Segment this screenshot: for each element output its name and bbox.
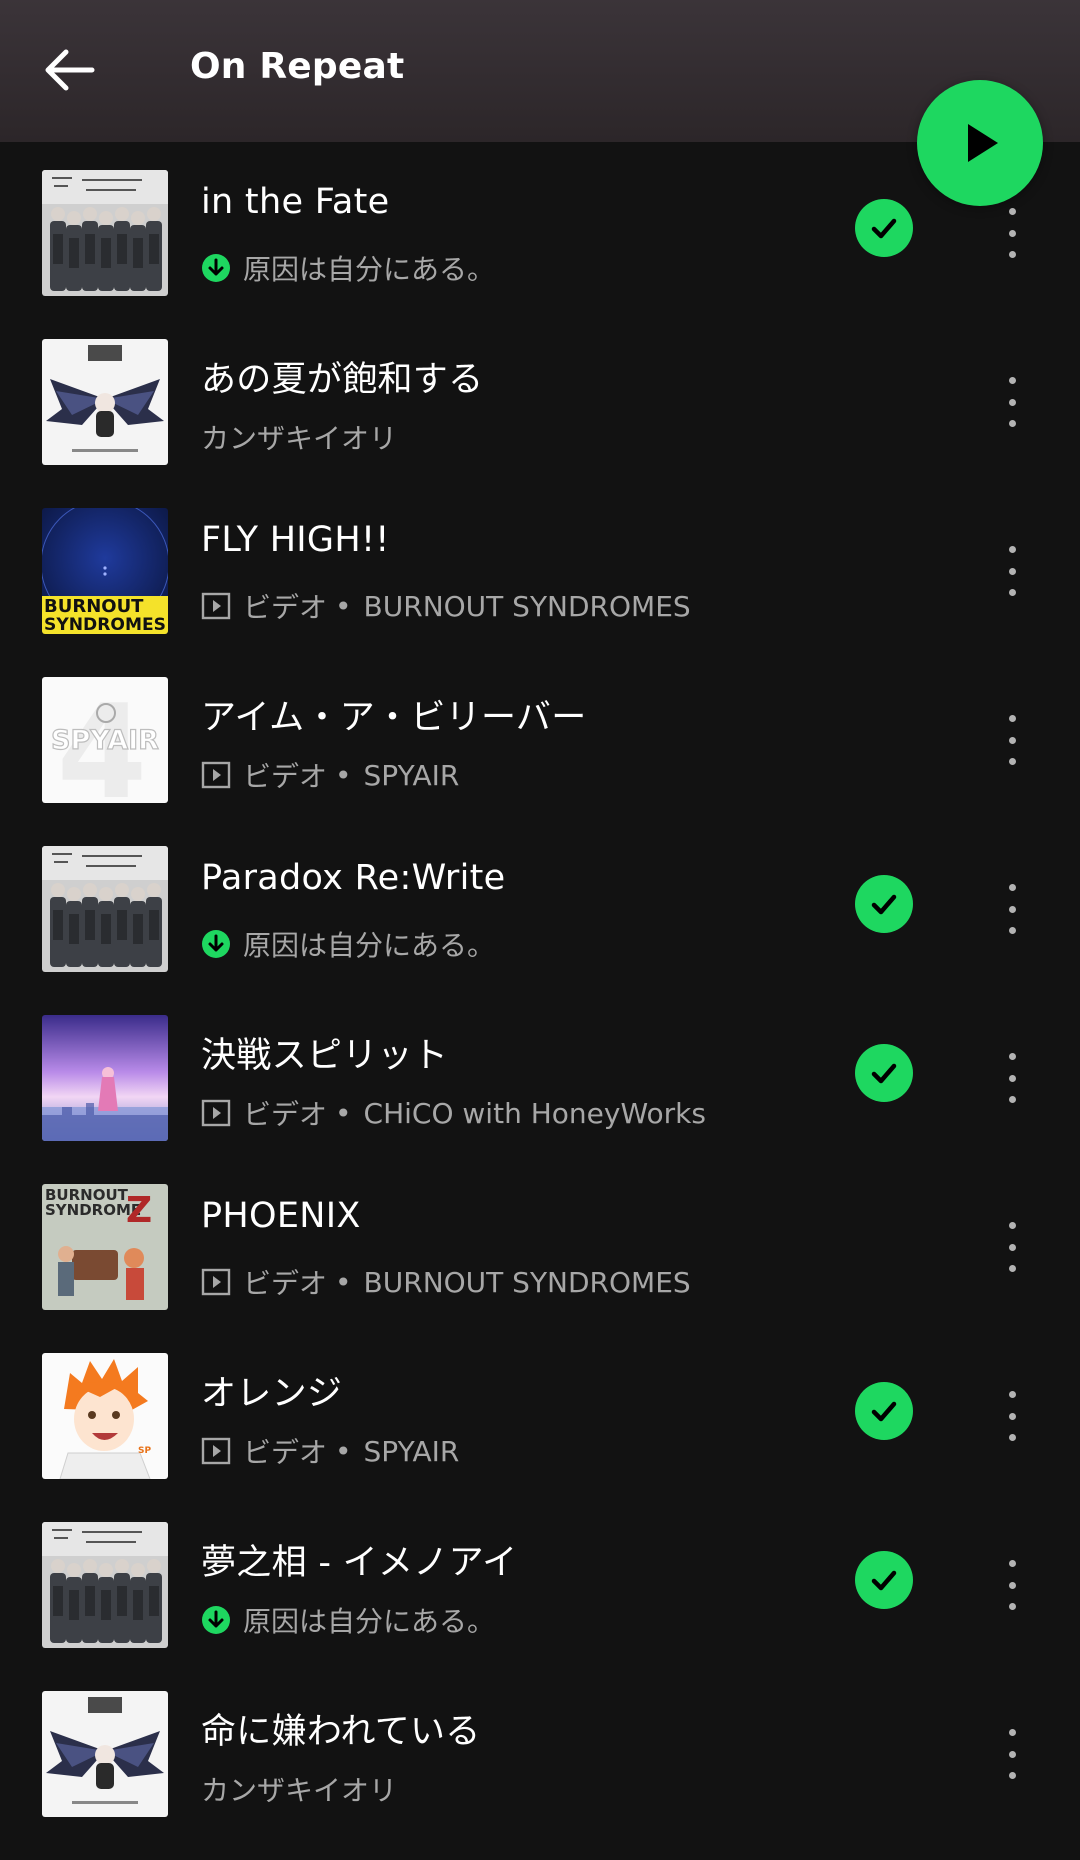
check-icon xyxy=(871,218,897,239)
track-title: 命に嫌われている xyxy=(201,1712,481,1752)
track-artist: BURNOUT SYNDROMES xyxy=(363,1265,691,1299)
separator-dot: • xyxy=(335,758,352,792)
video-label: ビデオ xyxy=(243,760,328,793)
more-vertical-icon[interactable] xyxy=(1000,715,1024,765)
track-row[interactable]: 4 SPYAIR アイム・ア・ビリーバービデオ • SPYAIR xyxy=(0,677,1080,846)
track-title: in the Fate xyxy=(201,182,390,222)
track-title: FLY HIGH!! xyxy=(201,520,390,560)
more-vertical-icon[interactable] xyxy=(1000,1560,1024,1610)
album-art xyxy=(42,846,168,972)
added-check-button[interactable] xyxy=(855,1382,913,1440)
svg-text:SP: SP xyxy=(138,1446,151,1456)
track-artist: BURNOUT SYNDROMES xyxy=(363,589,691,623)
more-vertical-icon[interactable] xyxy=(1000,377,1024,427)
track-subtitle: ビデオ • CHiCO with HoneyWorks xyxy=(201,1093,706,1133)
track-artist: カンザキイオリ xyxy=(201,422,398,455)
more-vertical-icon[interactable] xyxy=(1000,208,1024,258)
track-row[interactable]: Paradox Re:Write 原因は自分にある。 xyxy=(0,846,1080,1015)
track-subtitle: ビデオ • SPYAIR xyxy=(201,755,459,795)
track-title: 夢之相 - イメノアイ xyxy=(201,1543,518,1583)
track-row[interactable]: 夢之相 - イメノアイ原因は自分にある。 xyxy=(0,1522,1080,1691)
track-row[interactable]: 決戦スピリットビデオ • CHiCO with HoneyWorks xyxy=(0,1015,1080,1184)
track-subtitle: カンザキイオリ xyxy=(201,1769,397,1809)
back-button[interactable] xyxy=(40,40,100,100)
download-arrow-icon xyxy=(202,930,230,958)
album-art xyxy=(42,1015,168,1141)
track-artist: SPYAIR xyxy=(363,758,460,792)
album-art xyxy=(42,1522,168,1648)
added-check-button[interactable] xyxy=(855,1044,913,1102)
svg-text:SYNDROMES: SYNDROMES xyxy=(44,615,166,634)
track-artist: CHiCO with HoneyWorks xyxy=(363,1096,706,1130)
track-artist: カンザキイオリ xyxy=(201,1774,398,1807)
separator-dot: • xyxy=(335,1265,352,1299)
track-artist: 原因は自分にある。 xyxy=(243,1605,496,1638)
track-subtitle: ビデオ • BURNOUT SYNDROMES xyxy=(201,586,691,626)
check-icon xyxy=(871,1570,897,1591)
arrow-left-icon xyxy=(45,49,95,91)
track-row[interactable]: SP オレンジビデオ • SPYAIR xyxy=(0,1353,1080,1522)
top-bar: On Repeat xyxy=(0,0,1080,142)
video-label: ビデオ xyxy=(243,1267,328,1300)
page-title: On Repeat xyxy=(190,46,405,87)
more-vertical-icon[interactable] xyxy=(1000,1222,1024,1272)
video-icon xyxy=(201,1099,231,1127)
separator-dot: • xyxy=(335,1096,352,1130)
added-check-button[interactable] xyxy=(855,1551,913,1609)
more-vertical-icon[interactable] xyxy=(1000,1053,1024,1103)
video-icon xyxy=(201,592,231,620)
track-subtitle: 原因は自分にある。 xyxy=(201,924,495,964)
track-artist: 原因は自分にある。 xyxy=(243,253,496,286)
track-row[interactable]: BURNOUT SYNDROMES FLY HIGH!! ビデオ • BURNOUT … xyxy=(0,508,1080,677)
added-check-button[interactable] xyxy=(855,199,913,257)
track-subtitle: ビデオ • BURNOUT SYNDROMES xyxy=(201,1262,691,1302)
album-art: SP xyxy=(42,1353,168,1479)
video-label: ビデオ xyxy=(243,1098,328,1131)
album-art: BURNOUT SYNDROME Z xyxy=(42,1184,168,1310)
play-icon xyxy=(968,124,998,162)
track-title: 決戦スピリット xyxy=(201,1036,449,1076)
track-row[interactable]: BURNOUT SYNDROME Z PHOENIX ビデオ • BURNOUT SY… xyxy=(0,1184,1080,1353)
check-icon xyxy=(871,894,897,915)
track-subtitle: 原因は自分にある。 xyxy=(201,248,495,288)
track-subtitle: 原因は自分にある。 xyxy=(201,1600,495,1640)
video-label: ビデオ xyxy=(243,1436,328,1469)
track-row[interactable]: あの夏が飽和するカンザキイオリ xyxy=(0,339,1080,508)
download-arrow-icon xyxy=(202,1606,230,1634)
track-artist: SPYAIR xyxy=(363,1434,460,1468)
video-icon xyxy=(201,761,231,789)
more-vertical-icon[interactable] xyxy=(1000,884,1024,934)
track-artist: 原因は自分にある。 xyxy=(243,929,496,962)
track-title: PHOENIX xyxy=(201,1196,361,1236)
track-title: あの夏が飽和する xyxy=(201,360,484,400)
check-icon xyxy=(871,1063,897,1084)
track-subtitle: ビデオ • SPYAIR xyxy=(201,1431,459,1471)
video-label: ビデオ xyxy=(243,591,328,624)
separator-dot: • xyxy=(335,1434,352,1468)
track-subtitle: カンザキイオリ xyxy=(201,417,397,457)
video-icon xyxy=(201,1268,231,1296)
album-art: BURNOUT SYNDROMES xyxy=(42,508,168,634)
album-art: 4 SPYAIR xyxy=(42,677,168,803)
more-vertical-icon[interactable] xyxy=(1000,1391,1024,1441)
download-arrow-icon xyxy=(202,254,230,282)
play-button[interactable] xyxy=(917,80,1043,206)
svg-text:BURNOUT: BURNOUT xyxy=(44,596,144,617)
check-icon xyxy=(871,1401,897,1422)
separator-dot: • xyxy=(335,589,352,623)
svg-text:SPYAIR: SPYAIR xyxy=(51,725,159,756)
video-icon xyxy=(201,1437,231,1465)
track-title: アイム・ア・ビリーバー xyxy=(201,698,587,738)
added-check-button[interactable] xyxy=(855,875,913,933)
album-art xyxy=(42,339,168,465)
album-art xyxy=(42,170,168,296)
more-vertical-icon[interactable] xyxy=(1000,546,1024,596)
track-title: Paradox Re:Write xyxy=(201,858,506,898)
track-title: オレンジ xyxy=(201,1374,343,1414)
more-vertical-icon[interactable] xyxy=(1000,1729,1024,1779)
track-row[interactable]: 命に嫌われているカンザキイオリ xyxy=(0,1691,1080,1860)
album-art xyxy=(42,1691,168,1817)
svg-text:Z: Z xyxy=(126,1190,152,1231)
track-row[interactable]: in the Fate 原因は自分にある。 xyxy=(0,170,1080,339)
